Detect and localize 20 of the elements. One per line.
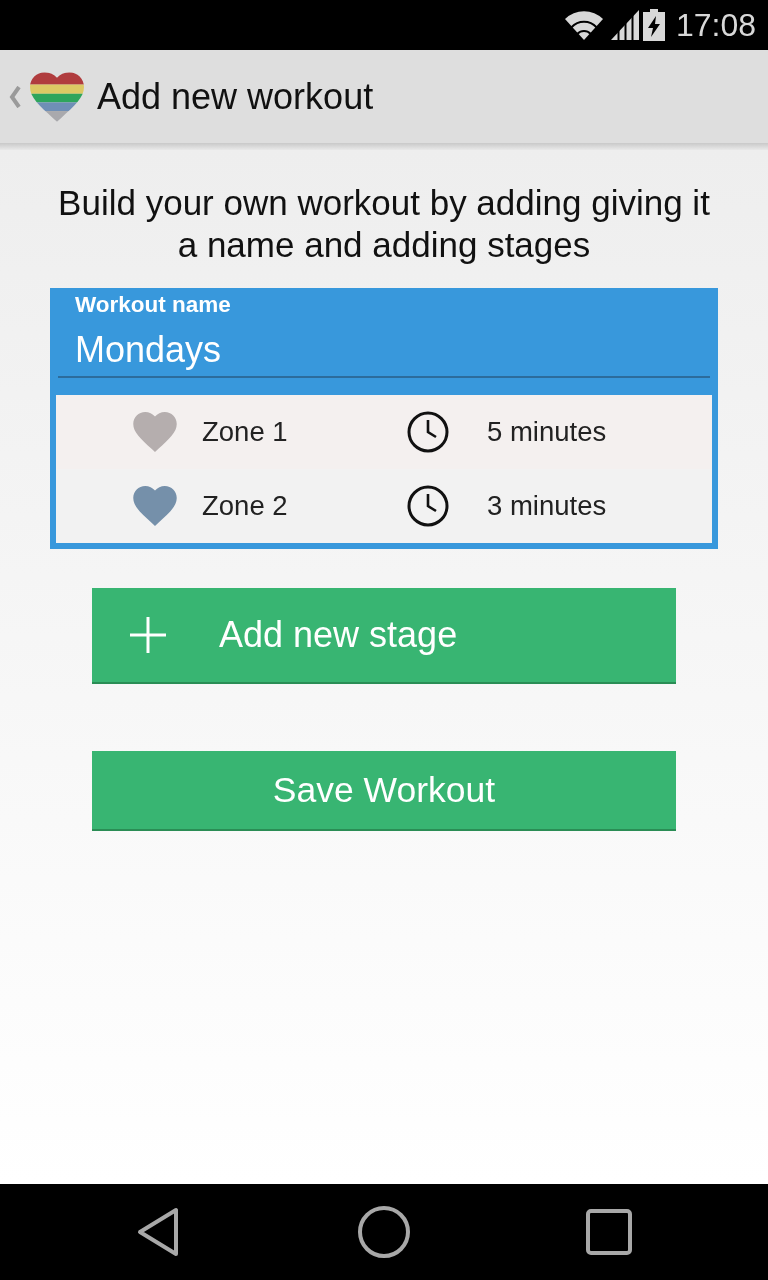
clock-time: 17:08: [675, 7, 756, 43]
striped-heart-logo-icon: [30, 71, 84, 122]
duration-label: 3 minutes: [487, 490, 607, 522]
home-icon[interactable]: [357, 1205, 411, 1259]
zone-label: Zone 2: [202, 490, 289, 522]
field-label: Workout name: [75, 293, 232, 317]
clock-icon: [407, 485, 449, 527]
save-button[interactable]: Save Workout: [92, 751, 676, 831]
recent-apps-icon[interactable]: [586, 1209, 632, 1255]
wifi-icon: [564, 10, 603, 40]
duration-label: 5 minutes: [487, 416, 607, 448]
clock-icon: [407, 411, 449, 453]
plus-icon: [130, 617, 166, 653]
intro-text: Build your own workout by adding giving it a name and adding stages: [57, 182, 711, 266]
battery-charging-icon: [642, 9, 665, 41]
signal-icon: [610, 10, 639, 40]
zone-label: Zone 1: [202, 416, 289, 448]
workout-name-field[interactable]: Mondays: [58, 329, 710, 378]
add-stage-button[interactable]: Add new stage: [92, 588, 676, 684]
screen-title: Add new workout: [97, 75, 374, 118]
